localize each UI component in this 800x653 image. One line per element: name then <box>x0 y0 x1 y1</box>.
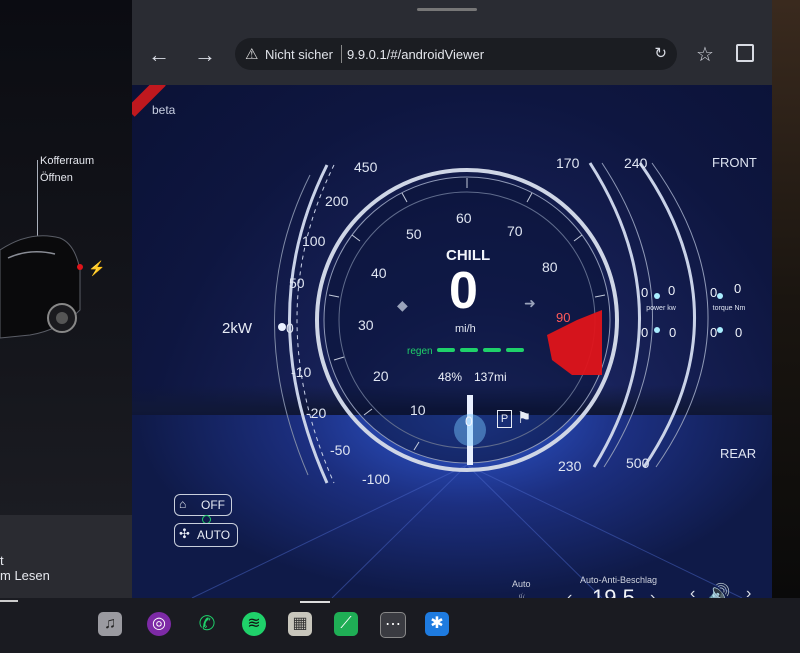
power-tick-0: 0 <box>286 320 294 336</box>
climate-strip: Auto ♨ Auto-Anti-Beschlag ‹ 19.5 › ‹ 🔊 › <box>152 575 772 610</box>
speedo-tick-80: 80 <box>542 259 558 275</box>
front-torque-a: 0 <box>710 285 718 300</box>
speedo-tick-10: 10 <box>410 402 426 418</box>
security-label: Nicht sicher <box>265 47 333 62</box>
spotify-icon[interactable]: ≋ <box>242 612 266 636</box>
power-tick-minus100: -100 <box>362 471 391 487</box>
range-value: 137mi <box>474 370 507 384</box>
seat-auto-label: Auto <box>512 579 531 589</box>
forward-button[interactable]: → <box>192 42 218 68</box>
speedo-tick-50: 50 <box>406 226 422 242</box>
browser-toolbar: ← → ⚠ Nicht sicher 9.9.0.1/#/androidView… <box>132 0 772 85</box>
speedo-tick-90: 90 <box>556 310 571 325</box>
energy-app-icon[interactable]: ⟋ <box>334 612 358 636</box>
drag-handle[interactable] <box>417 8 477 11</box>
speedo-tick-60: 60 <box>456 210 472 226</box>
right-top-240: 240 <box>624 155 648 171</box>
speedo-tick-40: 40 <box>371 265 387 281</box>
arrow-right-icon: → <box>194 42 216 67</box>
rear-power-b: 0 <box>669 325 677 340</box>
charge-port-icon[interactable]: ⚡ <box>88 260 105 277</box>
trunk-label[interactable]: Kofferraum <box>40 155 94 167</box>
fan-icon: ✣ <box>179 526 190 541</box>
speed-unit: mi/h <box>455 323 476 335</box>
power-tick-minus50: -50 <box>330 442 351 458</box>
dock-divider <box>0 600 18 602</box>
front-power-b: 0 <box>668 283 676 298</box>
camera-app-icon[interactable]: ◎ <box>147 612 171 636</box>
reload-icon[interactable]: ↻ <box>654 44 667 62</box>
defrost-label: OFF <box>201 498 225 512</box>
android-viewer: beta 450 200 100 50 0 -10 -20 -50 -100 2… <box>132 85 772 598</box>
power-tick-50: 50 <box>289 275 305 291</box>
bookmark-star-icon[interactable]: ☆ <box>696 42 714 67</box>
turn-left-icon: ◆ <box>397 297 408 313</box>
phone-icon[interactable]: ✆ <box>195 612 219 636</box>
window-edge <box>772 0 800 600</box>
back-button[interactable]: ← <box>146 42 172 68</box>
power-kw-label: power kw <box>646 305 676 312</box>
rear-torque-a: 0 <box>710 325 718 340</box>
turn-right-icon: ➜ <box>524 295 536 311</box>
warning-icon: ⚠ <box>245 46 259 63</box>
bluetooth-icon[interactable]: ✱ <box>425 612 449 636</box>
tabs-icon[interactable] <box>736 44 754 62</box>
dashboard-gauges <box>191 162 743 598</box>
speed-value: 0 <box>449 262 478 320</box>
power-tick-100: 100 <box>302 233 326 249</box>
power-tick-minus10: -10 <box>291 364 312 380</box>
battery-percent: 48% <box>438 370 463 384</box>
defog-label: Auto-Anti-Beschlag <box>580 575 658 585</box>
car-status-panel: Kofferraum Öffnen ⚡ <box>0 0 132 600</box>
card-line-1: t <box>0 553 4 568</box>
left-bottom-card[interactable]: t m Lesen <box>0 515 152 605</box>
address-separator <box>341 45 342 63</box>
front-label: FRONT <box>712 155 757 170</box>
fan-auto-button[interactable]: ✣ AUTO <box>174 523 238 547</box>
right-bottom-500: 500 <box>626 455 650 471</box>
more-apps-icon[interactable]: ⋯ <box>380 612 406 638</box>
torque-label: torque Nm <box>712 305 746 312</box>
url-text[interactable]: 9.9.0.1/#/androidViewer <box>347 47 484 62</box>
needle-value: 0 <box>465 413 473 429</box>
address-bar[interactable]: ⚠ Nicht sicher 9.9.0.1/#/androidViewer ↻ <box>235 38 677 70</box>
arrow-left-icon: ← <box>148 42 170 67</box>
right-top-170: 170 <box>556 155 580 171</box>
speedo-tick-30: 30 <box>358 317 374 333</box>
checkered-flag-icon: ⚑ <box>517 410 532 427</box>
rear-torque-b: 0 <box>735 325 743 340</box>
rear-label: REAR <box>720 446 757 461</box>
browser-window: ← → ⚠ Nicht sicher 9.9.0.1/#/androidView… <box>132 0 772 598</box>
car-image <box>0 235 83 339</box>
power-tick-450: 450 <box>354 159 378 175</box>
regen-label: regen <box>407 346 433 357</box>
power-tick-minus20: -20 <box>306 405 327 421</box>
dock-divider-2 <box>300 601 330 603</box>
defrost-icon: ⌂ <box>179 497 187 511</box>
gear-indicator: P <box>497 410 512 428</box>
calendar-icon[interactable]: ▦ <box>288 612 312 636</box>
front-power-a: 0 <box>641 285 649 300</box>
power-readout: 2kW <box>222 320 252 337</box>
speedo-tick-70: 70 <box>507 223 523 239</box>
rear-power-a: 0 <box>641 325 649 340</box>
music-icon[interactable]: ♫ <box>98 612 122 636</box>
defrost-button[interactable]: ⌂ OFF <box>174 494 232 516</box>
speedo-tick-20: 20 <box>373 368 389 384</box>
card-line-2: m Lesen <box>0 568 50 583</box>
fan-label: AUTO <box>197 528 231 542</box>
trunk-open-link[interactable]: Öffnen <box>40 172 73 184</box>
power-tick-200: 200 <box>325 193 349 209</box>
front-torque-b: 0 <box>734 281 742 296</box>
right-bottom-230: 230 <box>558 458 582 474</box>
